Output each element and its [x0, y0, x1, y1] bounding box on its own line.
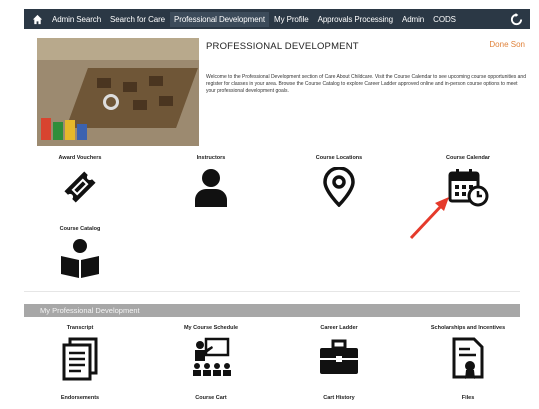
tile-my-course-schedule[interactable]: My Course Schedule — [156, 325, 266, 381]
tile-label: Course Locations — [315, 155, 363, 161]
tile-award-vouchers[interactable]: Award Vouchers — [25, 155, 135, 207]
tile-label: Scholarships and Incentives — [430, 325, 506, 331]
nav-professional-development[interactable]: Professional Development — [170, 11, 270, 27]
done-link[interactable]: Done Son — [489, 40, 525, 49]
tile-label: Endorsements — [60, 395, 100, 401]
section-header-bar: My Professional Development — [24, 304, 520, 317]
tile-scholarships-and-incentives[interactable]: Scholarships and Incentives — [413, 325, 523, 381]
welcome-text: Welcome to the Professional Development … — [206, 74, 526, 94]
tile-label: Award Vouchers — [58, 155, 102, 161]
tile-course-cart[interactable]: Course Cart — [156, 395, 266, 407]
briefcase-icon — [318, 337, 360, 377]
map-pin-icon — [321, 167, 357, 207]
voucher-ticket-icon — [60, 167, 100, 207]
certificate-icon — [450, 337, 486, 381]
tile-label: My Course Schedule — [183, 325, 239, 331]
tile-label: Course Catalog — [59, 226, 101, 232]
tile-label: Instructors — [196, 155, 226, 161]
tile-files[interactable]: Files — [413, 395, 523, 407]
section-title: My Professional Development — [40, 306, 140, 315]
tile-cart-history[interactable]: Cart History — [284, 395, 394, 407]
nav-search-for-care[interactable]: Search for Care — [110, 15, 165, 24]
nav-admin[interactable]: Admin — [402, 15, 424, 24]
transcript-document-icon — [61, 337, 99, 381]
refresh-icon[interactable] — [508, 11, 524, 27]
nav-items: Admin Search Search for Care Professiona… — [52, 11, 465, 27]
tile-course-catalog[interactable]: Course Catalog — [25, 226, 135, 280]
red-arrow-annotation — [405, 192, 455, 247]
nav-approvals-processing[interactable]: Approvals Processing — [318, 15, 393, 24]
tile-label: Career Ladder — [320, 325, 358, 331]
tile-label: Course Calendar — [445, 155, 490, 161]
page-title: PROFESSIONAL DEVELOPMENT — [206, 41, 359, 52]
tile-label: Files — [461, 395, 475, 401]
hero-image — [37, 38, 199, 146]
divider — [24, 291, 520, 292]
tile-transcript[interactable]: Transcript — [25, 325, 135, 381]
nav-my-profile[interactable]: My Profile — [274, 15, 309, 24]
tile-label: Course Cart — [195, 395, 227, 401]
person-icon — [191, 167, 231, 209]
book-reader-icon — [58, 238, 102, 280]
tile-instructors[interactable]: Instructors — [156, 155, 266, 209]
nav-admin-search[interactable]: Admin Search — [52, 15, 101, 24]
tile-label: Cart History — [323, 395, 355, 401]
tile-course-locations[interactable]: Course Locations — [284, 155, 394, 207]
tile-endorsements[interactable]: Endorsements — [25, 395, 135, 407]
classroom-presentation-icon — [190, 337, 232, 381]
home-icon[interactable] — [28, 9, 46, 29]
top-nav-bar: Admin Search Search for Care Professiona… — [24, 9, 530, 29]
tile-label: Transcript — [66, 325, 94, 331]
nav-cods[interactable]: CODS — [433, 15, 456, 24]
tile-career-ladder[interactable]: Career Ladder — [284, 325, 394, 377]
